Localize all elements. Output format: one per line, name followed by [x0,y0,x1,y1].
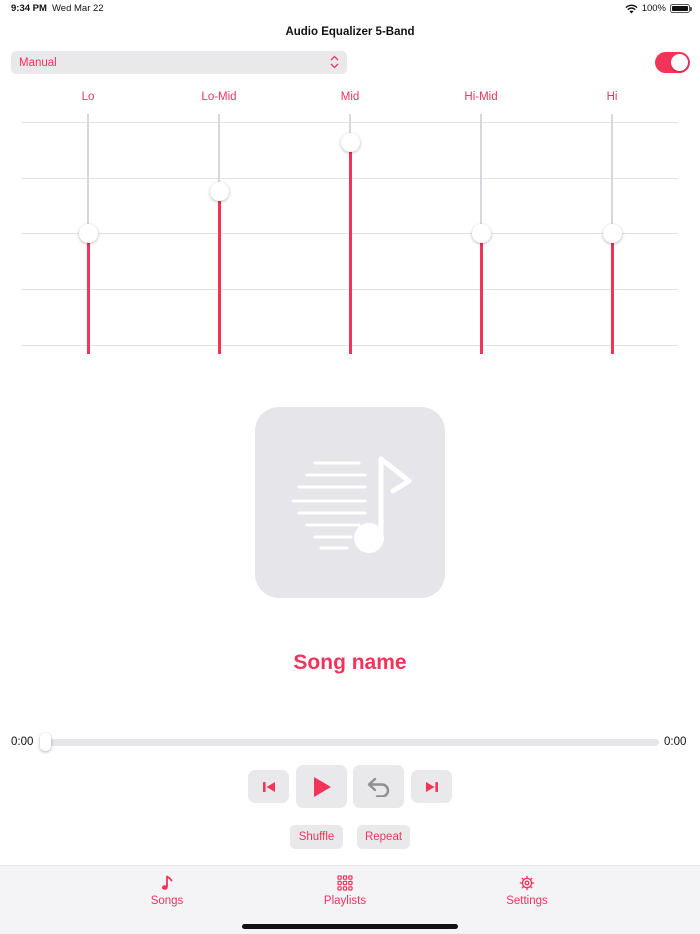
chevron-up-down-icon [330,55,339,69]
wifi-icon [625,4,638,13]
toggle-knob [671,54,688,71]
home-indicator [242,924,458,929]
skip-back-icon [262,781,275,792]
slider-fill [479,233,483,354]
play-button[interactable] [296,765,347,808]
undo-arrow-icon [367,777,389,797]
shuffle-button[interactable]: Shuffle [290,825,343,849]
grid-icon [337,875,353,891]
status-indicators: 100% [625,3,692,14]
band-label-lo-mid: Lo-Mid [201,91,237,103]
tab-label: Playlists [323,895,367,907]
status-time: 9:34 PM [11,3,47,14]
tab-label: Songs [150,895,184,907]
slider-thumb[interactable] [602,224,622,243]
tab-label: Settings [506,895,548,907]
preset-select[interactable]: Manual [11,51,347,74]
gear-icon [519,875,535,891]
repeat-button[interactable]: Repeat [357,825,410,849]
slider-fill [86,233,90,354]
battery-fill [672,6,688,11]
tab-settings[interactable]: Settings [467,875,587,907]
band-label-hi-mid: Hi-Mid [464,91,498,103]
song-name: Song name [293,651,407,674]
status-date: Wed Mar 22 [52,3,104,14]
equalizer-toggle[interactable] [655,52,690,73]
slider-fill [217,191,221,354]
preset-value: Manual [19,56,57,69]
slider-fill [348,142,352,354]
undo-button[interactable] [353,765,404,808]
slider-thumb[interactable] [471,224,491,243]
slider-thumb[interactable] [340,132,360,152]
status-bar: 9:34 PM Wed Mar 22 100% [0,0,700,18]
play-icon [313,776,331,797]
band-label-lo: Lo [81,91,95,103]
music-note-placeholder-icon [291,456,412,553]
tab-playlists[interactable]: Playlists [285,875,405,907]
band-label-mid: Mid [340,91,360,103]
duration-time: 0:00 [664,736,687,748]
progress-slider[interactable] [44,739,659,746]
music-note-icon [161,875,173,890]
progress-thumb[interactable] [40,733,51,751]
next-button[interactable] [411,770,452,803]
band-label-hi: Hi [606,91,618,103]
tab-songs[interactable]: Songs [107,875,227,907]
album-artwork [255,407,445,598]
previous-button[interactable] [248,770,289,803]
battery-percent: 100% [641,3,666,14]
page-title: Audio Equalizer 5-Band [285,26,415,38]
battery-icon [670,4,692,13]
elapsed-time: 0:00 [11,736,34,748]
slider-thumb[interactable] [209,181,229,201]
slider-thumb[interactable] [78,224,98,243]
skip-forward-icon [425,781,438,792]
slider-fill [610,233,614,354]
